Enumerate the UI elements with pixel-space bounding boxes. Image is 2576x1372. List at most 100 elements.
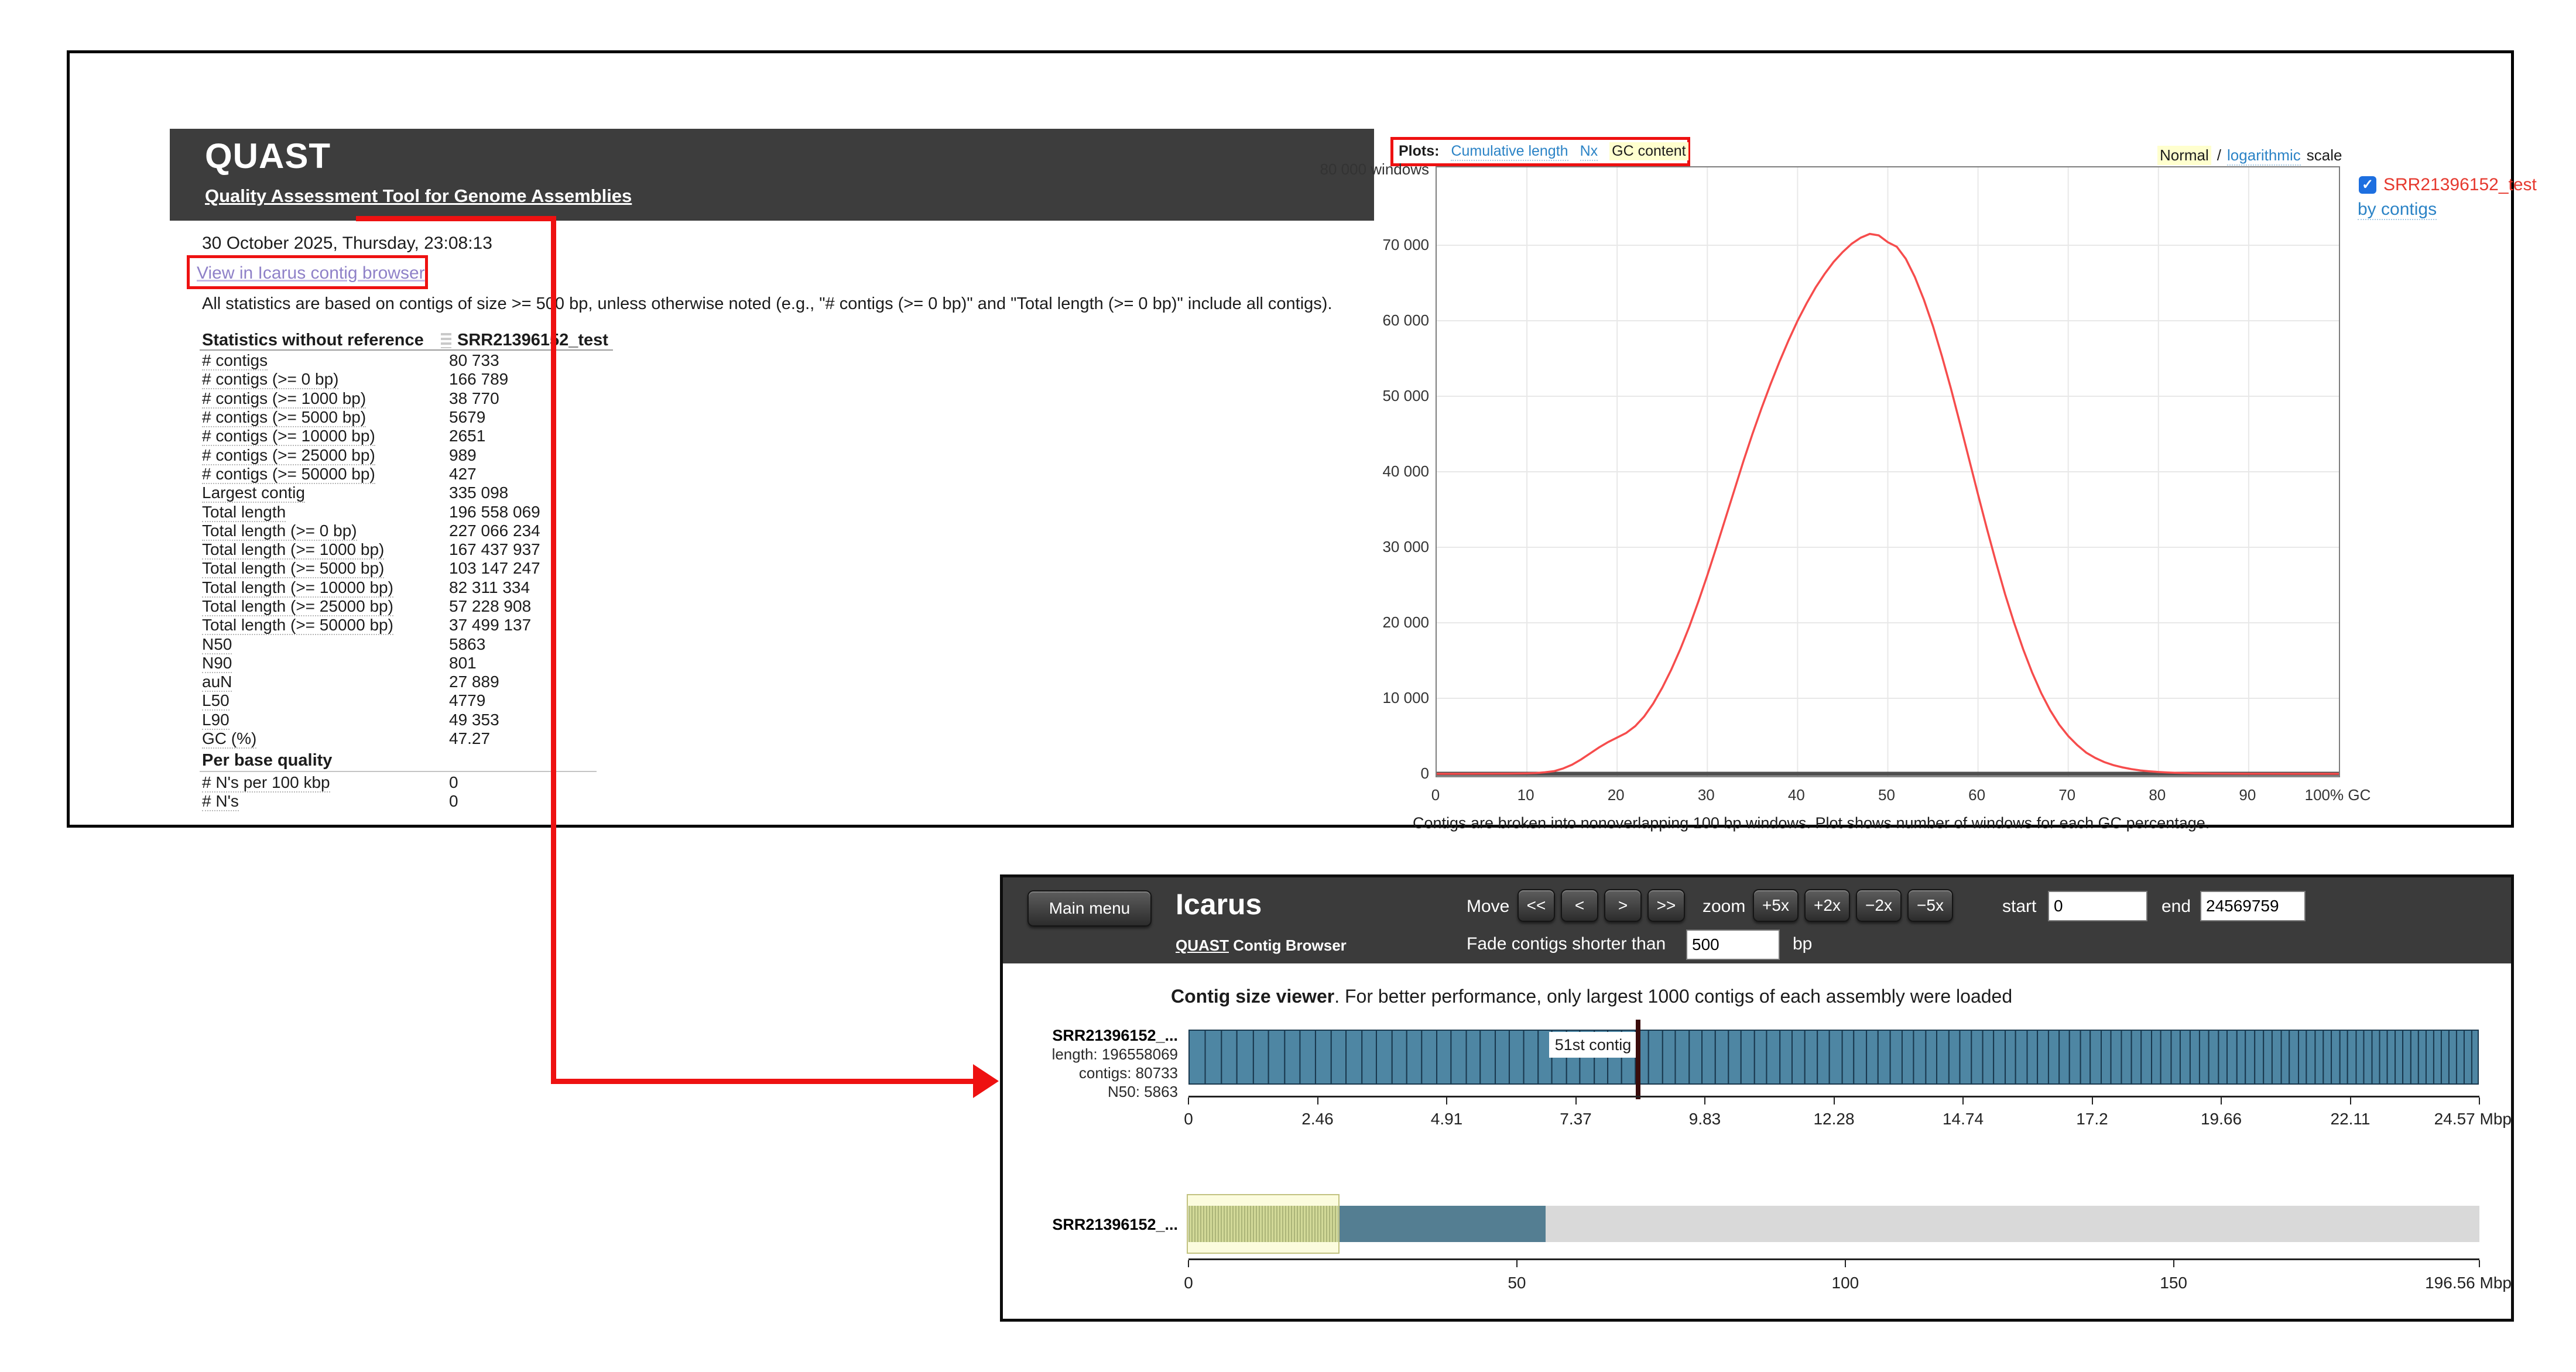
overview-midsize-region[interactable] (1338, 1206, 1546, 1242)
bp-label: bp (1793, 934, 1812, 954)
track1-length: length: 196558069 (1016, 1045, 1178, 1064)
stat-value: 82 311 334 (449, 578, 530, 597)
y-tick-label: 40 000 (1253, 462, 1429, 481)
view-selection-box[interactable] (1187, 1194, 1340, 1254)
stat-value: 0 (449, 773, 458, 792)
table-row: Total length (>= 0 bp)227 066 234 (202, 522, 647, 540)
quast-header (170, 129, 1374, 221)
report-date: 30 October 2025, Thursday, 23:08:13 (202, 234, 492, 253)
x-tick-label: 0 (1389, 786, 1482, 804)
axis-tick (1446, 1097, 1447, 1105)
table-row: # contigs (>= 0 bp)166 789 (202, 370, 647, 389)
fade-contigs-input[interactable] (1686, 929, 1780, 960)
gc-content-plot (1436, 166, 2340, 777)
column-grip-icon[interactable] (441, 333, 451, 348)
stat-label: # contigs (202, 351, 449, 370)
axis-tick (2092, 1097, 2093, 1105)
stat-label: N90 (202, 654, 449, 673)
zoom-out-5x-button[interactable]: −5x (1907, 889, 1953, 922)
x-tick-label: 70 (2020, 786, 2114, 804)
zoom-out-2x-button[interactable]: −2x (1856, 889, 1902, 922)
table-row: Largest contig335 098 (202, 483, 647, 502)
stat-label: # contigs (>= 0 bp) (202, 370, 449, 389)
track1-name: SRR21396152_... (1016, 1026, 1178, 1045)
y-tick-label: 50 000 (1253, 387, 1429, 405)
end-input[interactable] (2200, 891, 2306, 921)
zoom-in-2x-button[interactable]: +2x (1804, 889, 1850, 922)
y-tick-label: 0 (1253, 764, 1429, 783)
page: QUAST Quality Assessment Tool for Genome… (0, 0, 2576, 1372)
contig-size-track[interactable] (1188, 1030, 2479, 1085)
assembly-column-header: SRR21396152_test (457, 331, 608, 350)
plots-label: Plots: (1399, 143, 1439, 160)
stats-header-label: Statistics without reference (202, 331, 424, 350)
axis-tick (2173, 1260, 2174, 1267)
table-row: L504779 (202, 691, 647, 710)
move-far-right-button[interactable]: >> (1647, 889, 1685, 922)
arrow-segment-bottom (551, 1079, 975, 1084)
scale-separator: / (2217, 146, 2221, 164)
legend-assembly-name: SRR21396152_test (2383, 175, 2537, 195)
axis-label: 0 (1142, 1274, 1235, 1292)
legend-by-contigs-link[interactable]: by contigs (2358, 200, 2437, 219)
stat-label: Total length (>= 10000 bp) (202, 578, 449, 597)
contig-marker[interactable] (1636, 1020, 1640, 1099)
end-label: end (2161, 897, 2191, 917)
legend-checkbox[interactable]: ✓ (2359, 176, 2376, 194)
gc-content-tab-active[interactable]: GC content (1609, 142, 1688, 160)
table-row: # contigs (>= 5000 bp)5679 (202, 408, 647, 427)
view-in-icarus-link[interactable]: View in Icarus contig browser (197, 263, 425, 283)
stat-label: Total length (202, 503, 449, 522)
axis-label: 0 (1142, 1110, 1235, 1129)
stat-label: Largest contig (202, 483, 449, 502)
stat-value: 47.27 (449, 729, 490, 748)
quast-subtitle-link[interactable]: Quality Assessment Tool for Genome Assem… (205, 186, 632, 207)
axis-label: 17.2 (2046, 1110, 2139, 1129)
scale-suffix: scale (2307, 146, 2342, 164)
axis-tick (1188, 1260, 1189, 1267)
stat-value: 5679 (449, 408, 485, 427)
main-menu-button[interactable]: Main menu (1027, 890, 1152, 927)
move-right-button[interactable]: > (1604, 889, 1642, 922)
y-tick-label: 30 000 (1253, 538, 1429, 556)
cumulative-length-link[interactable]: Cumulative length (1451, 143, 1568, 161)
stat-value: 103 147 247 (449, 559, 540, 578)
scale-normal-active: Normal (2157, 146, 2211, 165)
start-input[interactable] (2048, 891, 2147, 921)
move-left-button[interactable]: < (1561, 889, 1598, 922)
x-tick-label: 10 (1479, 786, 1573, 804)
table-row: # contigs (>= 25000 bp)989 (202, 445, 647, 464)
axis-label: 2.46 (1271, 1110, 1365, 1129)
stat-value: 427 (449, 465, 477, 483)
x-tick-label: 60 (1930, 786, 2024, 804)
axis-tick (2350, 1097, 2351, 1105)
track2-name: SRR21396152_... (1016, 1215, 1178, 1234)
zoom-in-5x-button[interactable]: +5x (1753, 889, 1799, 922)
axis-tick (1704, 1097, 1705, 1105)
stat-value: 167 437 937 (449, 540, 540, 559)
arrow-segment-top (356, 216, 554, 221)
stat-label: # contigs (>= 5000 bp) (202, 408, 449, 427)
axis-tick (1516, 1260, 1517, 1267)
stat-value: 4779 (449, 691, 485, 710)
axis-label: 12.28 (1787, 1110, 1881, 1129)
nx-link[interactable]: Nx (1580, 143, 1598, 161)
axis-label: 24.57 Mbp (2371, 1110, 2512, 1129)
axis-tick (1962, 1097, 1964, 1105)
table-row: # contigs (>= 10000 bp)2651 (202, 427, 647, 445)
table-row: # N's0 (202, 792, 647, 811)
stat-value: 5863 (449, 635, 485, 654)
y-tick-label: 20 000 (1253, 613, 1429, 632)
stat-label: # contigs (>= 50000 bp) (202, 465, 449, 483)
stat-value: 80 733 (449, 351, 499, 370)
axis-tick (1575, 1097, 1577, 1105)
per-base-quality-body: # N's per 100 kbp0# N's0 (202, 773, 647, 811)
page-title: QUAST (205, 136, 331, 176)
quast-link[interactable]: QUAST (1176, 937, 1229, 954)
overview-small-region[interactable] (1546, 1206, 2479, 1242)
section-divider (200, 771, 597, 772)
scale-logarithmic-link[interactable]: logarithmic (2227, 146, 2301, 166)
axis-tick (2479, 1097, 2480, 1105)
move-far-left-button[interactable]: << (1517, 889, 1555, 922)
table-row: # N's per 100 kbp0 (202, 773, 647, 792)
